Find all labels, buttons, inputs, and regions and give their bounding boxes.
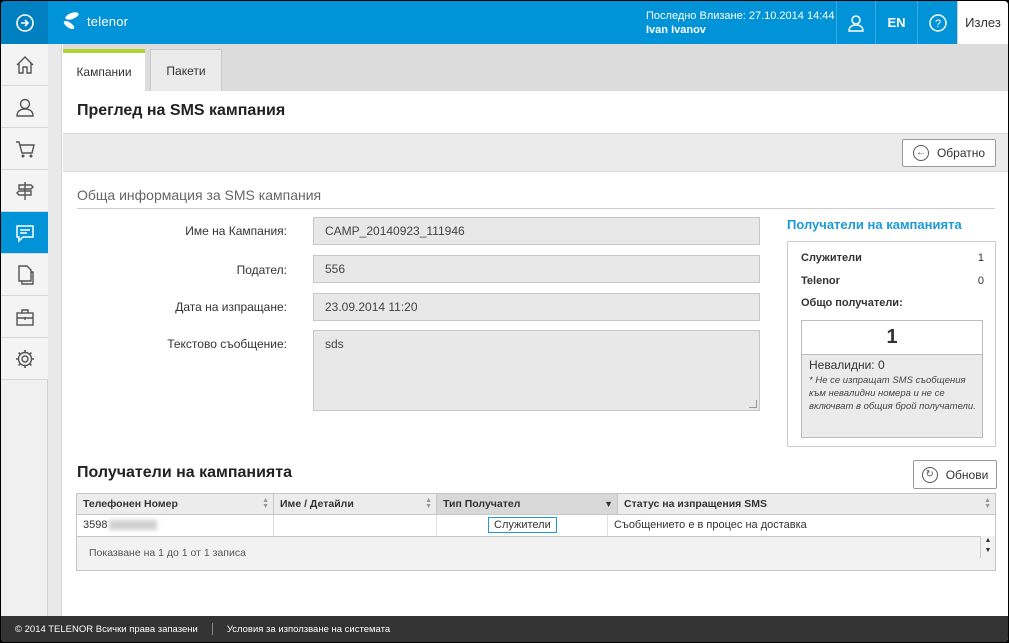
signpost-icon [15,181,34,200]
user-icon [848,14,864,32]
message-label: Текстово съобщение: [167,337,287,351]
content-left-strip [48,44,62,616]
help-button[interactable]: ? [918,1,957,44]
refresh-icon: ↻ [921,466,938,483]
help-icon: ? [928,13,947,32]
table-row[interactable]: 3598 Служители Съобщението е в процес на… [77,515,995,558]
recipient-type-badge[interactable]: Служители [488,517,557,533]
recipients-summary-panel: Служители 1 Telenor 0 Общо получатели: 1… [787,241,996,447]
employees-count: 1 [977,252,984,264]
sidebar-item-documents[interactable] [1,254,48,296]
telenor-propeller-icon [63,12,79,30]
sidebar-item-shop[interactable] [1,128,48,170]
telenor-row: Telenor 0 [801,275,984,287]
send-date-label: Дата на изпращане: [175,300,287,314]
sidebar-item-settings[interactable] [1,338,48,380]
user-icon [15,98,34,117]
tab-campaigns[interactable]: Кампании [63,49,145,91]
app-window: telenor Последно Влизане: 27.10.2014 14:… [1,1,1008,642]
employees-row: Служители 1 [801,252,984,264]
table-header: Телефонен Номер ▲ ▼ Име / Детайли ▲ ▼ Тип … [77,494,995,515]
sender-field: 556 [313,255,760,283]
message-text: sds [325,337,344,351]
cell-status: Съобщението е в процес на доставка [614,519,807,531]
sidebar [1,44,48,616]
recipients-table: Телефонен Номер ▲ ▼ Име / Детайли ▲ ▼ Тип … [76,493,996,571]
gear-icon [15,349,34,368]
telenor-label: Telenor [801,275,840,287]
cell-name [274,515,437,536]
column-header-status[interactable]: Статус на изпращения SMS ▲ ▼ [618,494,995,514]
briefcase-icon [15,308,34,326]
last-login-label: Последно Влизане: 27.10.2014 14:44 [646,10,835,22]
refresh-button-label: Обнови [945,467,989,482]
user-name: Ivan Ivanov [646,24,706,36]
back-button-label: Обратно [936,146,986,160]
sidebar-item-sms[interactable] [1,212,48,254]
recipients-table-title: Получатели на кампанията [77,464,292,481]
column-header-name[interactable]: Име / Детайли ▲ ▼ [274,494,437,514]
column-header-phone[interactable]: Телефонен Номер ▲ ▼ [77,494,274,514]
sort-icon: ▲ ▼ [425,497,432,510]
message-field: sds [313,330,760,411]
employees-label: Служители [801,252,862,264]
sidebar-item-services[interactable] [1,296,48,338]
column-header-type[interactable]: Тип Получател ▼ [437,494,618,514]
sort-icon: ▲ ▼ [262,497,269,510]
table-scrollbar[interactable]: ▲ ▼ [980,536,995,558]
divider [77,208,995,209]
logo-text: telenor [87,13,129,29]
login-info: Последно Влизане: 27.10.2014 14:44 Ivan … [646,9,835,37]
tab-bar: Кампании Пакети [63,44,1008,91]
tab-packages[interactable]: Пакети [150,49,222,91]
total-count: 1 [802,321,982,355]
documents-icon [17,264,34,285]
section-title: Обща информация за SMS кампания [77,187,322,203]
profile-button[interactable] [837,1,875,44]
invalid-note: * Не се изпращат SMS съобщения към невал… [809,375,976,412]
sidebar-item-home[interactable] [1,44,48,86]
total-label: Общо получатели: [801,297,903,309]
home-icon [16,55,33,74]
terms-link[interactable]: Условия за използване на системата [213,624,404,635]
arrow-right-circle-icon [15,13,34,32]
logout-button[interactable]: Излез [957,1,1008,44]
refresh-button[interactable]: ↻ Обнови [913,460,997,489]
cell-phone: 3598 [77,515,274,536]
telenor-logo[interactable]: telenor [61,10,128,32]
campaign-name-field: CAMP_20140923_111946 [313,217,760,245]
total-row: Общо получатели: [801,297,984,309]
cart-icon [15,140,35,157]
recipients-summary-title: Получатели на кампанията [787,217,962,232]
sidebar-toggle-button[interactable] [1,1,48,44]
action-bar: ← Обратно [63,134,1008,172]
back-button[interactable]: ← Обратно [902,139,996,167]
sidebar-item-users[interactable] [1,86,48,128]
page-title: Преглед на SMS кампания [77,102,286,119]
cell-type: Служители [437,515,608,536]
campaign-name-label: Име на Кампания: [185,224,287,238]
footer: © 2014 TELENOR Всички права запазени Усл… [1,616,1008,642]
top-bar: telenor Последно Влизане: 27.10.2014 14:… [1,1,1008,44]
resize-grip-icon[interactable] [749,400,757,408]
telenor-count: 0 [977,275,984,287]
invalid-count: Невалидни: 0 [809,358,885,372]
table-info: Показване на 1 до 1 от 1 записа [89,547,246,559]
send-date-field: 23.09.2014 11:20 [313,293,760,321]
language-button[interactable]: EN [876,1,917,44]
sort-desc-icon: ▼ [604,499,613,509]
sidebar-item-routes[interactable] [1,170,48,212]
svg-text:?: ? [934,18,940,30]
total-box: 1 Невалидни: 0 * Не се изпращат SMS съоб… [801,320,983,438]
message-icon [15,224,34,243]
arrow-left-icon: ← [912,145,929,161]
copyright-text: © 2014 TELENOR Всички права запазени [15,623,198,635]
sender-label: Подател: [236,263,287,277]
redacted-digits [109,520,158,531]
sort-icon: ▲ ▼ [984,497,991,510]
